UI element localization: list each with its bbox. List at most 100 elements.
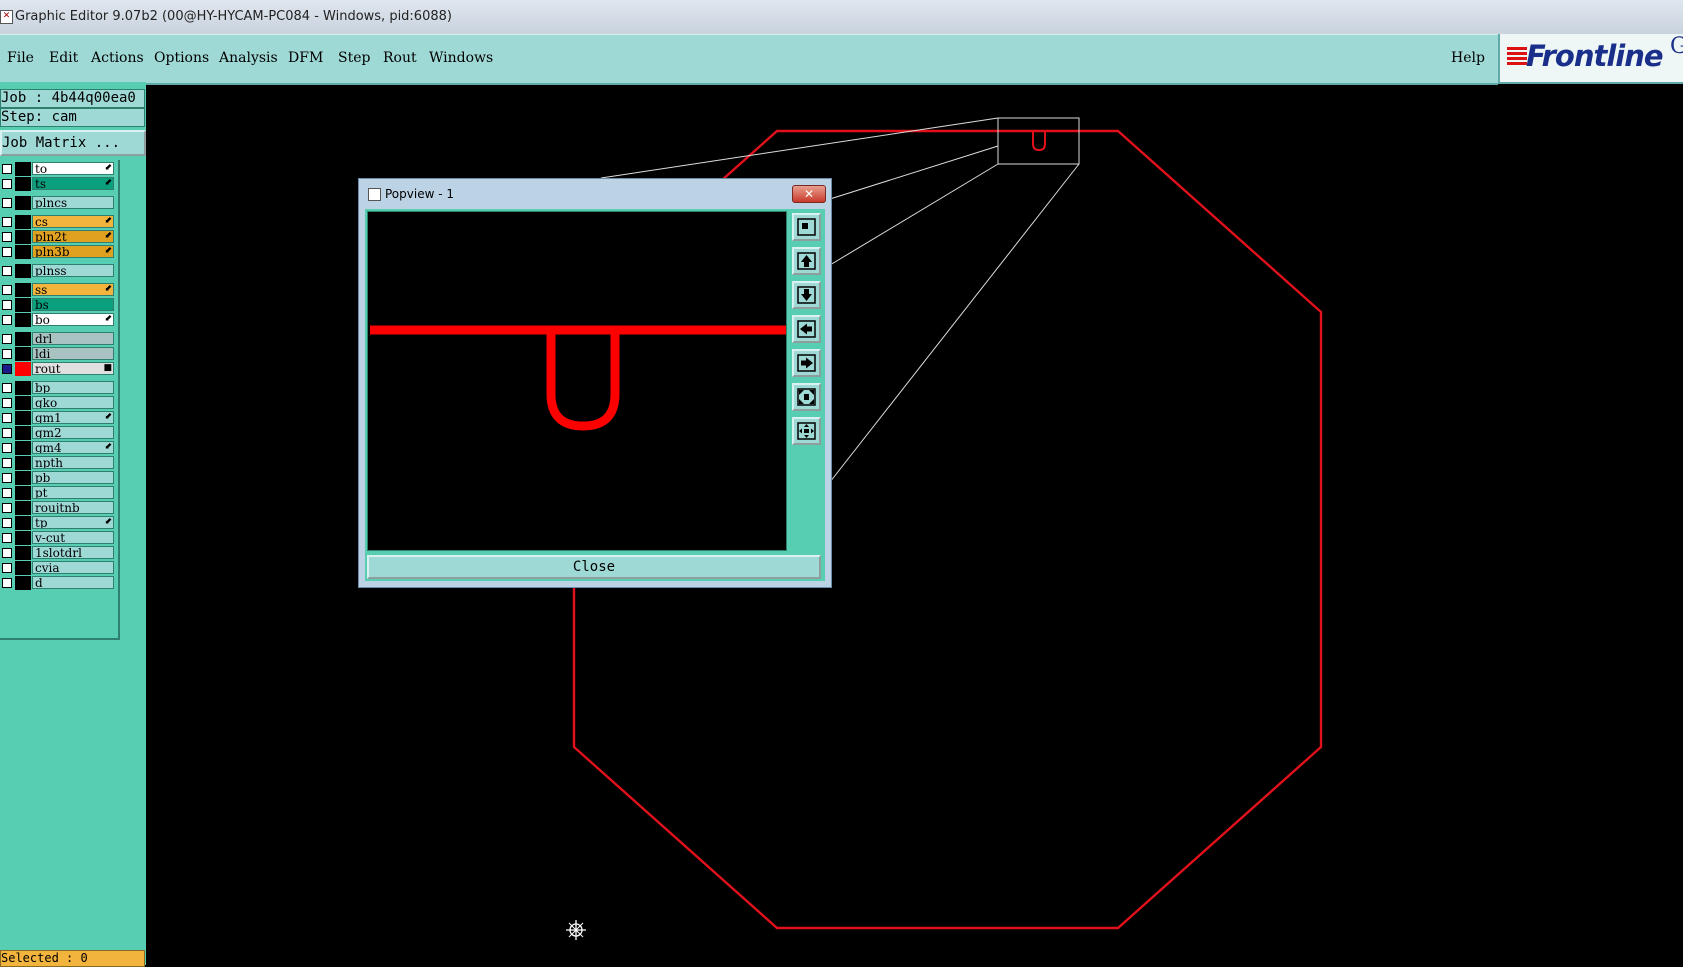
- layer-row-ss[interactable]: ss ⬋: [0, 283, 118, 297]
- layer-name[interactable]: cvia: [32, 561, 114, 574]
- menu-edit[interactable]: Edit: [49, 50, 78, 66]
- layer-name[interactable]: pt: [32, 486, 114, 499]
- layer-color-swatch[interactable]: [15, 561, 31, 575]
- layer-row-pln3b[interactable]: pln3b ⬋: [0, 245, 118, 259]
- layer-color-swatch[interactable]: [15, 283, 31, 297]
- layer-name[interactable]: rout: [32, 362, 114, 375]
- layer-row-gm4[interactable]: gm4 ⬋: [0, 441, 118, 455]
- layer-name[interactable]: cs: [32, 215, 114, 228]
- layer-color-swatch[interactable]: [15, 576, 31, 590]
- layer-name[interactable]: plnss: [32, 264, 114, 277]
- layer-color-swatch[interactable]: [15, 411, 31, 425]
- layer-checkbox[interactable]: [2, 413, 12, 423]
- layer-row-pln2t[interactable]: pln2t ⬋: [0, 230, 118, 244]
- menu-actions[interactable]: Actions: [91, 50, 144, 66]
- popview-titlebar[interactable]: Popview - 1 ✕: [359, 179, 831, 205]
- layer-checkbox[interactable]: [2, 364, 12, 374]
- menu-rout[interactable]: Rout: [383, 50, 417, 66]
- layer-checkbox[interactable]: [2, 247, 12, 257]
- layer-row-npth[interactable]: npth: [0, 456, 118, 470]
- layer-checkbox[interactable]: [2, 473, 12, 483]
- layer-name[interactable]: ts: [32, 177, 114, 190]
- layer-checkbox[interactable]: [2, 578, 12, 588]
- layer-checkbox[interactable]: [2, 179, 12, 189]
- layer-checkbox[interactable]: [2, 285, 12, 295]
- layer-row-roujtnb[interactable]: roujtnb: [0, 501, 118, 515]
- menu-help[interactable]: Help: [1451, 50, 1485, 66]
- layer-row-to[interactable]: to ⬋: [0, 162, 118, 176]
- layer-name[interactable]: gko: [32, 396, 114, 409]
- layer-checkbox[interactable]: [2, 488, 12, 498]
- layer-row-bs[interactable]: bs: [0, 298, 118, 312]
- layer-name[interactable]: pln2t: [32, 230, 114, 243]
- layer-row-ts[interactable]: ts ⬋: [0, 177, 118, 191]
- layer-color-swatch[interactable]: [15, 396, 31, 410]
- menu-analysis[interactable]: Analysis: [219, 50, 278, 66]
- pan-up-icon[interactable]: [792, 247, 821, 275]
- layer-row-1slotdrl[interactable]: 1slotdrl: [0, 546, 118, 560]
- layer-name[interactable]: ss: [32, 283, 114, 296]
- layer-name[interactable]: bs: [32, 298, 114, 311]
- layer-color-swatch[interactable]: [15, 531, 31, 545]
- layer-checkbox[interactable]: [2, 563, 12, 573]
- layer-row-pt[interactable]: pt: [0, 486, 118, 500]
- pan-left-icon[interactable]: [792, 315, 821, 343]
- layer-name[interactable]: drl: [32, 332, 114, 345]
- layer-checkbox[interactable]: [2, 349, 12, 359]
- layer-row-bp[interactable]: bp: [0, 381, 118, 395]
- layer-name[interactable]: pb: [32, 471, 114, 484]
- layer-color-swatch[interactable]: [15, 426, 31, 440]
- zoom-out-icon[interactable]: [792, 417, 821, 445]
- layer-name[interactable]: bp: [32, 381, 114, 394]
- layer-checkbox[interactable]: [2, 383, 12, 393]
- layer-name[interactable]: npth: [32, 456, 114, 469]
- layer-row-ldi[interactable]: ldi: [0, 347, 118, 361]
- layer-color-swatch[interactable]: [15, 471, 31, 485]
- layer-name[interactable]: ldi: [32, 347, 114, 360]
- layer-row-gm2[interactable]: gm2: [0, 426, 118, 440]
- layer-name[interactable]: plncs: [32, 196, 114, 209]
- layer-checkbox[interactable]: [2, 458, 12, 468]
- layer-row-cs[interactable]: cs ⬋: [0, 215, 118, 229]
- menu-dfm[interactable]: DFM: [288, 50, 323, 66]
- layer-color-swatch[interactable]: [15, 381, 31, 395]
- layer-row-bo[interactable]: bo ⬋: [0, 313, 118, 327]
- menu-options[interactable]: Options: [154, 50, 209, 66]
- layer-name[interactable]: gm2: [32, 426, 114, 439]
- layer-checkbox[interactable]: [2, 428, 12, 438]
- layer-checkbox[interactable]: [2, 315, 12, 325]
- menu-windows[interactable]: Windows: [429, 50, 493, 66]
- layer-row-cvia[interactable]: cvia: [0, 561, 118, 575]
- layer-color-swatch[interactable]: [15, 456, 31, 470]
- layer-color-swatch[interactable]: [15, 516, 31, 530]
- layer-checkbox[interactable]: [2, 217, 12, 227]
- layer-name[interactable]: tp: [32, 516, 114, 529]
- layer-name[interactable]: gm1: [32, 411, 114, 424]
- layer-color-swatch[interactable]: [15, 230, 31, 244]
- layer-color-swatch[interactable]: [15, 486, 31, 500]
- layer-checkbox[interactable]: [2, 232, 12, 242]
- layer-color-swatch[interactable]: [15, 441, 31, 455]
- layer-row-plnss[interactable]: plnss: [0, 264, 118, 278]
- layer-color-swatch[interactable]: [15, 546, 31, 560]
- layer-checkbox[interactable]: [2, 334, 12, 344]
- layer-row-tp[interactable]: tp ⬋: [0, 516, 118, 530]
- layer-row-d[interactable]: d: [0, 576, 118, 590]
- popview-canvas[interactable]: [367, 211, 787, 551]
- layer-color-swatch[interactable]: [15, 177, 31, 191]
- layer-checkbox[interactable]: [2, 518, 12, 528]
- layer-color-swatch[interactable]: [15, 298, 31, 312]
- layer-checkbox[interactable]: [2, 300, 12, 310]
- layer-checkbox[interactable]: [2, 443, 12, 453]
- layer-row-drl[interactable]: drl: [0, 332, 118, 346]
- pan-down-icon[interactable]: [792, 281, 821, 309]
- layer-color-swatch[interactable]: [15, 347, 31, 361]
- layer-row-pb[interactable]: pb: [0, 471, 118, 485]
- layer-checkbox[interactable]: [2, 398, 12, 408]
- popview-close-icon[interactable]: ✕: [792, 185, 826, 203]
- zoom-in-icon[interactable]: [792, 383, 821, 411]
- layer-name[interactable]: to: [32, 162, 114, 175]
- zoom-window-icon[interactable]: [792, 213, 821, 241]
- layer-name[interactable]: bo: [32, 313, 114, 326]
- layer-checkbox[interactable]: [2, 198, 12, 208]
